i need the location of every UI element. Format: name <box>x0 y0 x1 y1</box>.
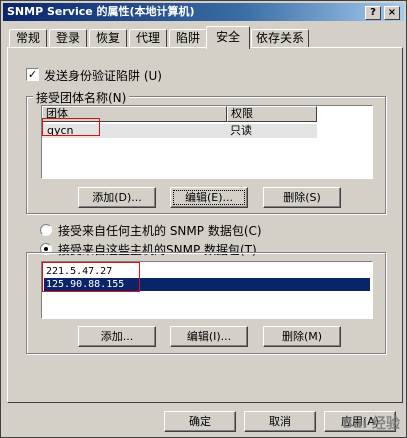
tab-logon[interactable]: 登录 <box>49 29 87 48</box>
tab-agent[interactable]: 代理 <box>129 29 167 48</box>
properties-window: SNMP Service 的属性(本地计算机) ? × 常规 登录 恢复 代理 … <box>0 0 407 438</box>
remove-host-button[interactable]: 删除(M) <box>263 326 341 347</box>
ok-button[interactable]: 确定 <box>164 411 236 432</box>
tab-general[interactable]: 常规 <box>9 29 47 48</box>
tab-recovery[interactable]: 恢复 <box>89 29 127 48</box>
close-button[interactable]: × <box>384 6 400 20</box>
help-button[interactable]: ? <box>365 6 381 20</box>
tab-traps[interactable]: 陷阱 <box>169 29 207 48</box>
table-row[interactable] <box>42 124 317 138</box>
host-item[interactable]: 221.5.47.27 <box>44 265 370 278</box>
tab-security[interactable]: 安全 <box>206 26 250 49</box>
edit-community-button[interactable]: 编辑(E)... <box>170 187 248 208</box>
add-community-button[interactable]: 添加(D)... <box>78 187 156 208</box>
remove-community-button[interactable]: 删除(S) <box>263 187 341 208</box>
watermark: Bai 经验 <box>342 416 400 432</box>
title-bar: SNMP Service 的属性(本地计算机) ? × <box>3 3 404 21</box>
host-item-selected[interactable]: 125.90.88.155 <box>44 278 370 291</box>
host-list[interactable]: 221.5.47.27 125.90.88.155 <box>41 261 373 319</box>
community-rights-cell: 只读 <box>230 124 252 137</box>
tab-dependencies[interactable]: 依存关系 <box>251 29 309 48</box>
send-auth-trap-label: 发送身份验证陷阱 (U) <box>44 69 162 83</box>
accept-any-host-radio[interactable] <box>40 224 52 236</box>
community-group: 接受团体名称(N) 团体 权限 qycn 只读 添加(D)... 编辑(E)..… <box>26 89 386 214</box>
tab-strip: 常规 登录 恢复 代理 陷阱 安全 依存关系 <box>7 26 403 49</box>
check-icon: ✓ <box>27 68 38 81</box>
host-group: 221.5.47.27 125.90.88.155 添加... 编辑(I)...… <box>26 252 386 354</box>
cancel-button[interactable]: 取消 <box>244 411 316 432</box>
column-header-community[interactable]: 团体 <box>42 106 227 122</box>
add-host-button[interactable]: 添加... <box>78 326 156 347</box>
community-group-title: 接受团体名称(N) <box>33 89 130 106</box>
column-header-rights[interactable]: 权限 <box>227 106 317 122</box>
security-panel: ✓ 发送身份验证陷阱 (U) 接受团体名称(N) 团体 权限 qycn 只读 添… <box>7 47 403 403</box>
window-title: SNMP Service 的属性(本地计算机) <box>7 5 195 18</box>
community-name-cell: qycn <box>47 124 74 137</box>
edit-host-button[interactable]: 编辑(I)... <box>170 326 248 347</box>
send-auth-trap-checkbox[interactable]: ✓ <box>26 68 39 81</box>
community-list[interactable]: 团体 权限 qycn 只读 <box>41 105 373 179</box>
accept-any-host-label: 接受来自任何主机的 SNMP 数据包(C) <box>58 224 262 238</box>
radio-selected-dot <box>44 247 48 251</box>
